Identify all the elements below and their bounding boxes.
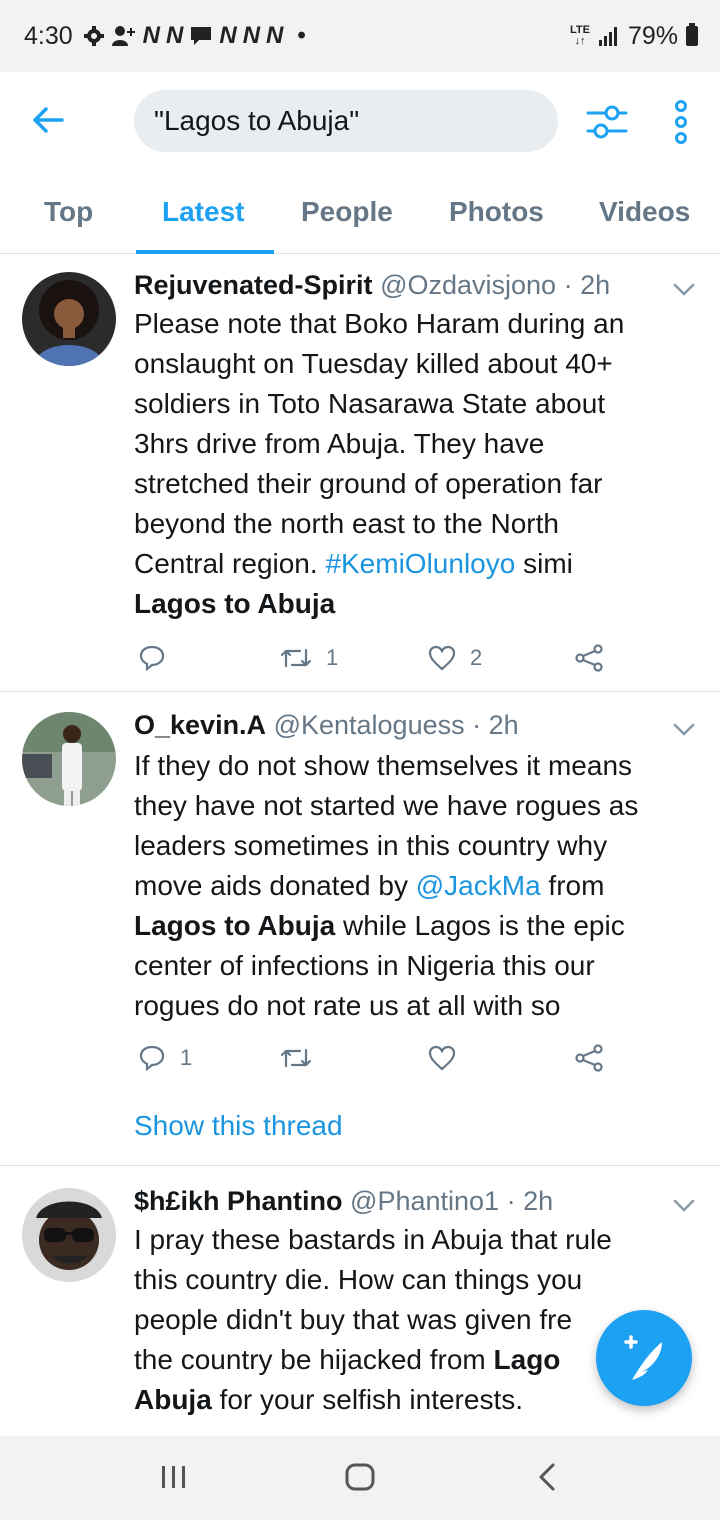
author-handle[interactable]: @Ozdavisjono [380, 270, 556, 300]
retweet-button[interactable]: 1 [280, 638, 338, 678]
battery-percent: 79% [627, 21, 678, 50]
notification-n-icon: N [166, 22, 184, 49]
separator: · [472, 710, 482, 740]
tab-videos[interactable]: Videos [599, 196, 690, 228]
highlighted-match: Abuja [134, 1384, 212, 1415]
tweet-header: Rejuvenated-Spirit @Ozdavisjono · 2h [134, 270, 610, 301]
retweet-icon [280, 1048, 312, 1068]
reply-icon [139, 1045, 165, 1072]
tab-people[interactable]: People [301, 196, 393, 228]
lte-icon: LTE ↓↑ [569, 24, 590, 47]
avatar[interactable] [22, 1188, 116, 1282]
tweet-text: If they do not show themselves it means … [134, 750, 639, 1021]
highlighted-match: Lagos to Abuja [134, 910, 336, 941]
like-count: 2 [470, 645, 483, 670]
search-query: "Lagos to Abuja" [154, 105, 360, 136]
tweet-header: O_kevin.A @Kentaloguess · 2h [134, 710, 519, 741]
tweet-actions: 1 [134, 1038, 614, 1078]
separator: · [506, 1186, 516, 1216]
back-arrow-icon[interactable] [28, 100, 68, 140]
highlighted-match: Lago [493, 1344, 561, 1375]
search-filter-icon[interactable] [584, 100, 630, 144]
chevron-down-icon[interactable] [672, 722, 696, 738]
gear-icon [83, 26, 104, 46]
notification-n-icon: N [266, 22, 284, 49]
back-icon[interactable] [536, 1462, 558, 1492]
share-icon [575, 1044, 603, 1072]
status-right: LTE ↓↑ 79% [570, 0, 698, 72]
compose-feather-icon [624, 1335, 662, 1380]
author-name[interactable]: Rejuvenated-Spirit [134, 270, 373, 300]
tweet[interactable]: O_kevin.A @Kentaloguess · 2h If they do … [0, 692, 720, 1166]
show-thread-link[interactable]: Show this thread [134, 1110, 343, 1142]
share-button[interactable] [574, 1038, 604, 1078]
status-bar: 4:30 N N N N N • LTE ↓↑ 79% [0, 0, 720, 72]
message-icon [191, 27, 212, 45]
notification-icons: N N N N N • [83, 22, 306, 50]
tweet-header: $h£ikh Phantino @Phantino1 · 2h [134, 1186, 553, 1217]
chevron-down-icon[interactable] [672, 282, 696, 298]
reply-button[interactable] [138, 638, 180, 678]
retweet-icon [280, 648, 312, 668]
avatar[interactable] [22, 712, 116, 806]
person-add-icon [111, 26, 135, 46]
search-header: "Lagos to Abuja" [0, 72, 720, 182]
heart-icon [428, 1045, 456, 1071]
hashtag-link[interactable]: #KemiOlunloyo [325, 548, 515, 579]
highlighted-match: Lagos to Abuja [134, 588, 336, 619]
tab-latest[interactable]: Latest [162, 196, 244, 228]
retweet-count: 1 [326, 645, 339, 670]
notification-n-icon: N [219, 22, 237, 49]
search-tabs: Top Latest People Photos Videos [0, 182, 720, 254]
tweet[interactable]: Rejuvenated-Spirit @Ozdavisjono · 2h Ple… [0, 254, 720, 692]
system-navigation-bar [0, 1436, 720, 1520]
chevron-down-icon[interactable] [672, 1198, 696, 1214]
share-button[interactable] [574, 638, 604, 678]
author-handle[interactable]: @Kentaloguess [274, 710, 465, 740]
compose-tweet-button[interactable] [596, 1310, 692, 1406]
author-name[interactable]: $h£ikh Phantino [134, 1186, 343, 1216]
mention-link[interactable]: @JackMa [416, 870, 541, 901]
more-options-icon[interactable] [668, 98, 694, 146]
home-icon[interactable] [344, 1462, 376, 1492]
notification-n-icon: N [142, 22, 161, 49]
tweet-time: 2h [580, 270, 611, 300]
tab-top[interactable]: Top [44, 196, 93, 228]
like-button[interactable] [428, 1038, 470, 1078]
tab-photos[interactable]: Photos [449, 196, 544, 228]
recent-apps-icon[interactable] [160, 1464, 188, 1490]
notification-n-icon: N [242, 22, 261, 49]
heart-icon [428, 645, 456, 671]
reply-count: 1 [180, 1045, 193, 1070]
avatar[interactable] [22, 272, 116, 366]
tweet-time: 2h [523, 1186, 554, 1216]
like-button[interactable]: 2 [428, 638, 482, 678]
dot-icon: • [297, 22, 306, 49]
signal-icon [598, 27, 617, 46]
tweet-text: Please note that Boko Haram during an on… [134, 308, 625, 619]
tweet-actions: 1 2 [134, 638, 614, 678]
share-icon [575, 644, 603, 672]
battery-icon [686, 23, 698, 46]
author-handle[interactable]: @Phantino1 [350, 1186, 499, 1216]
search-input[interactable]: "Lagos to Abuja" [134, 90, 558, 152]
reply-icon [139, 645, 165, 672]
reply-button[interactable]: 1 [138, 1038, 192, 1078]
retweet-button[interactable] [280, 1038, 326, 1078]
status-time: 4:30 [24, 21, 73, 50]
tweet-time: 2h [488, 710, 519, 740]
separator: · [563, 270, 573, 300]
author-name[interactable]: O_kevin.A [134, 710, 266, 740]
